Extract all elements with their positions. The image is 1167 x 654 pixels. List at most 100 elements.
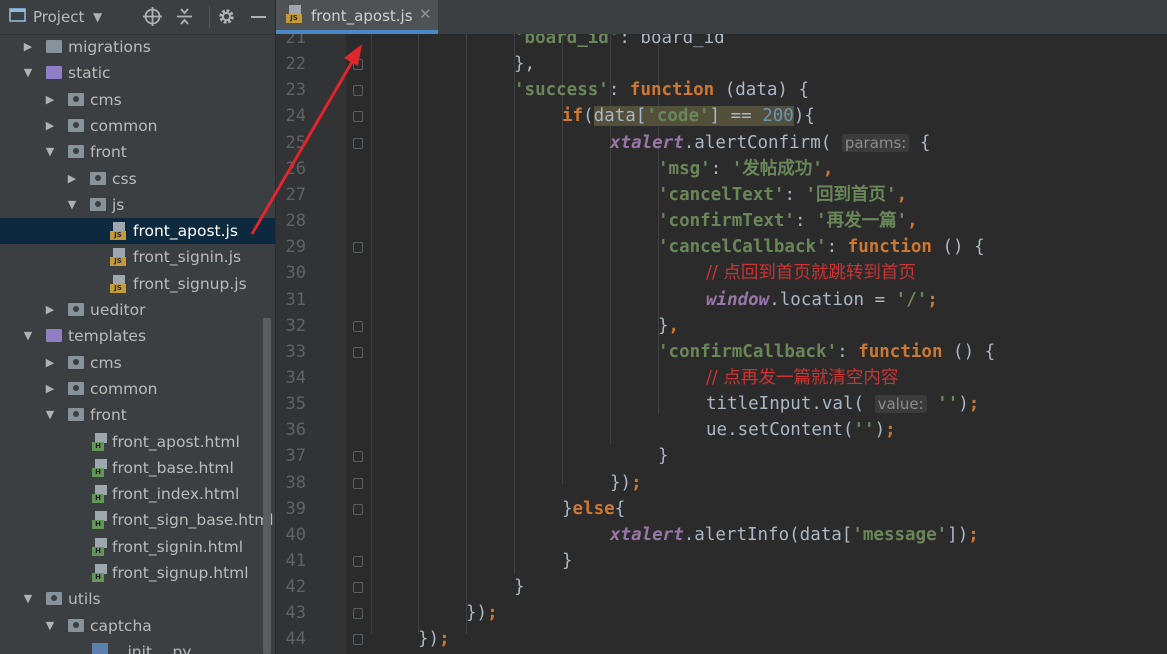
tree-item-common[interactable]: ▶ common [0, 113, 275, 139]
tree-item-label: ueditor [90, 301, 146, 319]
code-line[interactable]: 'cancelCallback': function () { [658, 234, 985, 260]
collapse-arrow-icon[interactable]: ▶ [22, 34, 34, 60]
tree-item-front-base-html[interactable]: Hfront_base.html [0, 455, 275, 481]
tree-item-label: front_signin.js [133, 248, 242, 267]
code-line[interactable]: 'confirmCallback': function () { [658, 339, 995, 365]
fold-marker-icon[interactable] [353, 242, 363, 254]
code-line[interactable]: 'success': function (data) { [514, 77, 809, 103]
collapse-arrow-icon[interactable]: ▶ [44, 350, 56, 376]
tree-item-front-index-html[interactable]: Hfront_index.html [0, 481, 275, 507]
collapse-arrow-icon[interactable]: ▶ [44, 87, 56, 113]
code-token: xtalert [610, 524, 684, 545]
collapse-arrow-icon[interactable]: ▶ [44, 113, 56, 139]
fold-marker-icon[interactable] [353, 111, 363, 123]
fold-marker-icon[interactable] [353, 634, 363, 646]
code-line[interactable]: } [562, 548, 573, 574]
fold-marker-icon[interactable] [353, 85, 363, 97]
code-line[interactable]: 'confirmText': '再发一篇', [658, 208, 918, 234]
code-token: : [710, 158, 732, 179]
code-line[interactable]: if(data['code'] == 200){ [562, 103, 815, 129]
code-line[interactable]: // 点再发一篇就清空内容 [706, 365, 898, 391]
tree-item-migrations[interactable]: ▶ migrations [0, 34, 275, 60]
expand-arrow-icon[interactable]: ▼ [44, 139, 56, 165]
tree-item-front-signup-html[interactable]: Hfront_signup.html [0, 560, 275, 586]
target-icon[interactable] [143, 7, 162, 27]
code-line[interactable]: }); [418, 626, 450, 652]
fold-marker-icon[interactable] [353, 320, 363, 332]
code-line[interactable]: }, [658, 313, 679, 339]
expand-arrow-icon[interactable]: ▼ [22, 586, 34, 612]
fold-marker-icon[interactable] [353, 346, 363, 358]
tree-item--init-py[interactable]: __init__.py [0, 639, 275, 654]
collapse-arrow-icon[interactable]: ▶ [66, 166, 78, 192]
tree-item-static[interactable]: ▼ static [0, 60, 275, 86]
code-line[interactable]: }); [466, 600, 498, 626]
fold-marker-icon[interactable] [353, 503, 363, 515]
code-token: '' [937, 394, 959, 415]
tree-item-front-signup-js[interactable]: JS front_signup.js [0, 271, 275, 297]
code-token: .location = [769, 289, 896, 310]
fold-marker-icon[interactable] [353, 582, 363, 594]
tree-item-cms[interactable]: ▶ cms [0, 87, 275, 113]
code-line[interactable]: 'cancelText': '回到首页', [658, 182, 907, 208]
project-scrollbar[interactable] [263, 318, 271, 654]
code-line[interactable]: } [514, 574, 525, 600]
code-line[interactable]: }); [610, 470, 642, 496]
code-token: 'code' [646, 106, 710, 127]
collapse-arrow-icon[interactable]: ▶ [44, 297, 56, 323]
fold-marker-icon[interactable] [353, 556, 363, 567]
code-line[interactable]: ue.setContent(''); [706, 417, 896, 443]
fold-marker-icon[interactable] [353, 477, 363, 489]
expand-arrow-icon[interactable]: ▼ [44, 402, 56, 428]
tree-item-front-apost-html[interactable]: Hfront_apost.html [0, 429, 275, 455]
fold-marker-icon[interactable] [353, 59, 363, 71]
tab-front-apost-js[interactable]: JS front_apost.js ✕ [276, 0, 438, 34]
code-line[interactable]: } [658, 443, 669, 469]
code-token: data[ [593, 106, 647, 127]
tree-item-common[interactable]: ▶ common [0, 376, 275, 402]
fold-marker-icon[interactable] [353, 451, 363, 463]
tree-item-templates[interactable]: ▼ templates [0, 323, 275, 349]
expand-arrow-icon[interactable]: ▼ [22, 60, 34, 86]
code-token: 'confirmCallback' [658, 341, 838, 362]
tree-item-js[interactable]: ▼ js [0, 192, 275, 218]
code-line[interactable]: 'board_id': board_id [514, 34, 725, 51]
tree-item-cms[interactable]: ▶ cms [0, 350, 275, 376]
code-token: ]) [947, 524, 969, 545]
tree-item-front-signin-html[interactable]: Hfront_signin.html [0, 534, 275, 560]
code-line[interactable]: }else{ [562, 496, 625, 522]
collapse-icon[interactable] [176, 7, 193, 27]
tree-item-captcha[interactable]: ▼ captcha [0, 613, 275, 639]
code-editor[interactable]: 21 22 23 24 25 26 27 28 29 30 31 32 33 34 35 36 37 38 39 40… [276, 34, 1167, 654]
code-line[interactable]: // 点回到首页就跳转到首页 [706, 260, 916, 286]
tree-item-front[interactable]: ▼ front [0, 402, 275, 428]
minimize-icon[interactable] [250, 7, 267, 27]
code-line[interactable]: }, [514, 51, 535, 77]
code-line[interactable]: 'msg': '发帖成功', [658, 156, 833, 182]
tree-item-css[interactable]: ▶ css [0, 166, 275, 192]
tree-item-front-signin-js[interactable]: JS front_signin.js [0, 244, 275, 270]
fold-marker-icon[interactable] [353, 608, 363, 620]
tree-item-ueditor[interactable]: ▶ ueditor [0, 297, 275, 323]
close-icon[interactable]: ✕ [419, 5, 432, 23]
code-token: 'cancelCallback' [658, 237, 827, 258]
line-number: 23 [285, 80, 306, 101]
code-line[interactable]: titleInput.val( value: ''); [706, 391, 979, 417]
code-line[interactable]: xtalert.alertInfo(data['message']); [610, 522, 979, 548]
tree-item-utils[interactable]: ▼ utils [0, 586, 275, 612]
fold-marker-icon[interactable] [353, 137, 363, 149]
gear-icon[interactable] [217, 7, 236, 27]
dropdown-icon[interactable]: ▼ [93, 7, 102, 27]
line-number: 33 [285, 341, 306, 362]
tree-item-front-apost-js[interactable]: JS front_apost.js [0, 218, 275, 245]
tree-item-label: front_sign_base.html [112, 511, 274, 530]
expand-arrow-icon[interactable]: ▼ [44, 613, 56, 639]
expand-arrow-icon[interactable]: ▼ [22, 323, 34, 349]
code-line[interactable]: xtalert.alertConfirm( params: { [610, 130, 930, 156]
code-line[interactable]: window.location = '/'; [706, 287, 938, 313]
collapse-arrow-icon[interactable]: ▶ [44, 376, 56, 402]
tree-item-front-sign-base-html[interactable]: Hfront_sign_base.html [0, 507, 275, 533]
tree-item-front[interactable]: ▼ front [0, 139, 275, 165]
project-view-title[interactable]: Project [33, 8, 84, 26]
expand-arrow-icon[interactable]: ▼ [66, 192, 78, 218]
